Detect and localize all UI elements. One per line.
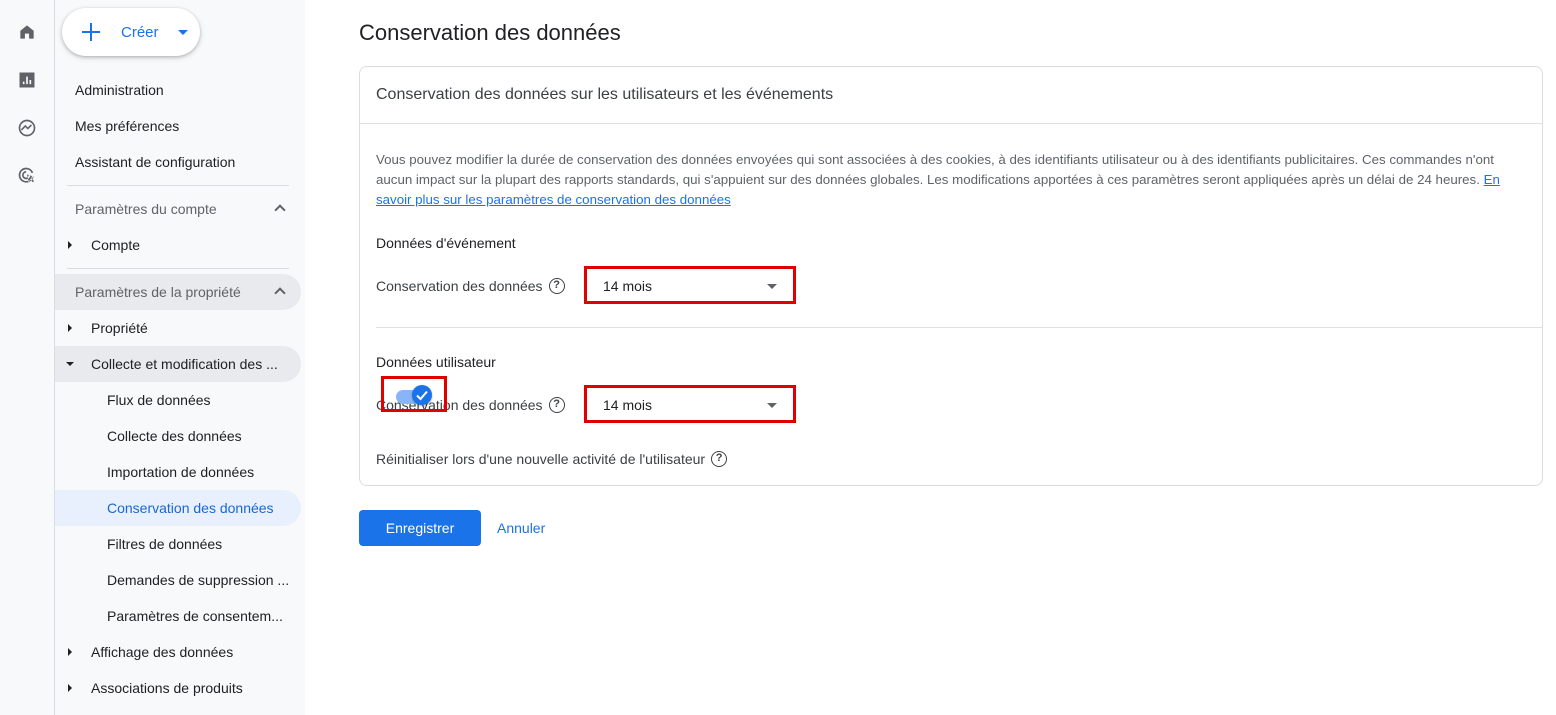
save-button[interactable]: Enregistrer [359, 510, 481, 546]
expand-arrow-icon[interactable] [68, 684, 72, 692]
plus-icon [80, 21, 102, 43]
nav-item-deletion-requests[interactable]: Demandes de suppression ... [107, 565, 299, 595]
nav-item-account[interactable]: Compte [91, 230, 140, 260]
nav-item-data-import[interactable]: Importation de données [107, 457, 254, 487]
caret-down-icon [178, 30, 188, 35]
nav-item-preferences[interactable]: Mes préférences [75, 111, 179, 141]
chevron-up-icon[interactable] [274, 204, 286, 216]
nav-item-data-collection-settings[interactable]: Collecte des données [107, 421, 242, 451]
section-divider [376, 327, 1542, 328]
dropdown-arrow-icon [767, 284, 777, 289]
create-button-label: Créer [121, 24, 159, 41]
advertising-icon[interactable] [15, 164, 39, 188]
nav-item-consent-settings[interactable]: Paramètres de consentem... [107, 601, 299, 631]
nav-item-data-display[interactable]: Affichage des données [91, 637, 233, 667]
event-retention-value: 14 mois [603, 278, 653, 294]
toggle-knob [412, 385, 432, 405]
sidebar: Créer Administration Mes préférences Ass… [55, 0, 305, 715]
expand-arrow-icon[interactable] [68, 324, 72, 332]
create-button[interactable]: Créer [62, 8, 200, 56]
user-retention-select[interactable]: 14 mois [584, 385, 796, 423]
nav-item-product-links[interactable]: Associations de produits [91, 673, 243, 703]
help-icon[interactable]: ? [711, 451, 728, 467]
event-data-title: Données d'événement [376, 235, 516, 251]
help-icon[interactable]: ? [548, 397, 565, 413]
home-icon[interactable] [15, 20, 39, 44]
event-retention-label: Conservation des données ? [376, 278, 565, 294]
check-icon [416, 390, 428, 401]
description: Vous pouvez modifier la durée de conserv… [376, 150, 1526, 210]
navigation-rail [0, 0, 55, 715]
dropdown-arrow-icon [767, 403, 777, 408]
description-text: Vous pouvez modifier la durée de conserv… [376, 152, 1494, 187]
collapse-arrow-icon[interactable] [66, 362, 74, 366]
page-title: Conservation des données [359, 20, 621, 45]
nav-item-data-streams[interactable]: Flux de données [107, 385, 211, 415]
nav-item-data-collection[interactable]: Collecte et modification des ... [91, 349, 297, 379]
nav-item-setup-assistant[interactable]: Assistant de configuration [75, 147, 235, 177]
sidebar-divider [67, 268, 289, 269]
user-data-title: Données utilisateur [376, 354, 496, 370]
sidebar-divider [67, 185, 289, 186]
section-account-settings[interactable]: Paramètres du compte [75, 194, 217, 224]
event-retention-label-text: Conservation des données [376, 278, 543, 294]
cancel-button[interactable]: Annuler [497, 510, 545, 546]
explore-icon[interactable] [15, 116, 39, 140]
card-title: Conservation des données sur les utilisa… [376, 86, 834, 103]
expand-arrow-icon[interactable] [68, 648, 72, 656]
expand-arrow-icon[interactable] [68, 241, 72, 249]
section-property-settings[interactable]: Paramètres de la propriété [75, 277, 241, 307]
nav-item-data-filters[interactable]: Filtres de données [107, 529, 222, 559]
nav-item-property[interactable]: Propriété [91, 313, 148, 343]
help-icon[interactable]: ? [548, 278, 565, 294]
card-divider [360, 123, 1542, 124]
nav-item-data-retention[interactable]: Conservation des données [107, 493, 274, 523]
reports-icon[interactable] [15, 68, 39, 92]
reset-label: Réinitialiser lors d'une nouvelle activi… [376, 451, 728, 467]
user-retention-value: 14 mois [603, 397, 653, 413]
data-retention-card: Conservation des données sur les utilisa… [359, 66, 1543, 486]
nav-item-administration[interactable]: Administration [75, 75, 164, 105]
reset-toggle[interactable] [381, 376, 447, 412]
reset-label-text: Réinitialiser lors d'une nouvelle activi… [376, 451, 706, 467]
event-retention-select[interactable]: 14 mois [584, 266, 796, 304]
